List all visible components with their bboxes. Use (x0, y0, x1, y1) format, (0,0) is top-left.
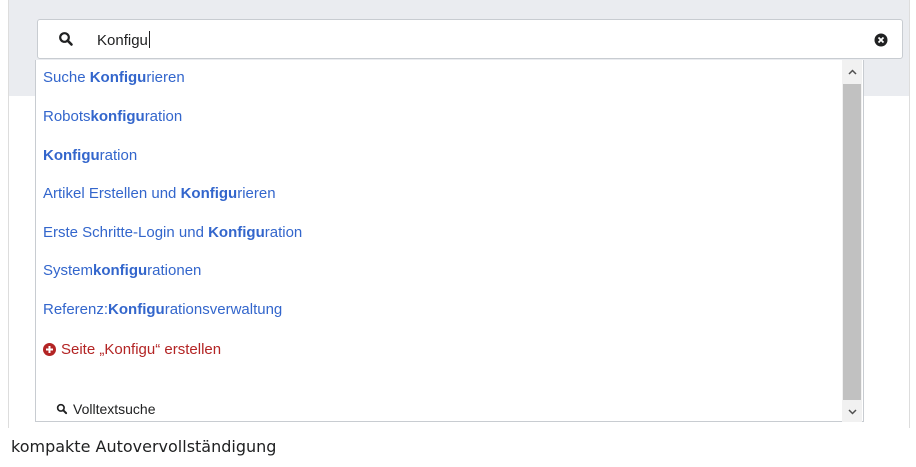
plus-circle-icon (43, 343, 56, 356)
text-caret (148, 31, 150, 48)
suggestion-item[interactable]: Referenz:Konfigurationsverwaltung (43, 301, 282, 319)
suggestion-item[interactable]: Suche Konfigurieren (43, 69, 185, 87)
suggestion-item[interactable]: Erste Schritte-Login und Konfiguration (43, 224, 302, 242)
search-input-value: Konfigu (97, 31, 150, 49)
caption-text: kompakte Autovervollständigung (11, 437, 277, 456)
suggestion-item[interactable]: Systemkonfigurationen (43, 262, 201, 280)
suggestion-item[interactable]: Artikel Erstellen und Konfigurieren (43, 185, 276, 203)
scroll-down-arrow-icon[interactable] (848, 409, 857, 415)
search-input[interactable]: Konfigu (37, 19, 903, 59)
suggestions-dropdown: Suche Konfigurieren Robotskonfiguration … (35, 60, 864, 422)
fulltext-search-link[interactable]: Volltextsuche (56, 400, 156, 418)
scrollbar-thumb[interactable] (843, 84, 861, 400)
search-icon (59, 32, 73, 46)
create-page-label: Seite „Konfigu“ erstellen (61, 341, 222, 358)
suggestion-item[interactable]: Robotskonfiguration (43, 108, 182, 126)
clear-icon[interactable] (874, 33, 888, 47)
scroll-up-arrow-icon[interactable] (848, 69, 857, 75)
search-icon (56, 403, 68, 415)
suggestion-item[interactable]: Konfiguration (43, 147, 137, 165)
fulltext-label: Volltextsuche (73, 401, 156, 417)
create-page-link[interactable]: Seite „Konfigu“ erstellen (43, 341, 221, 359)
